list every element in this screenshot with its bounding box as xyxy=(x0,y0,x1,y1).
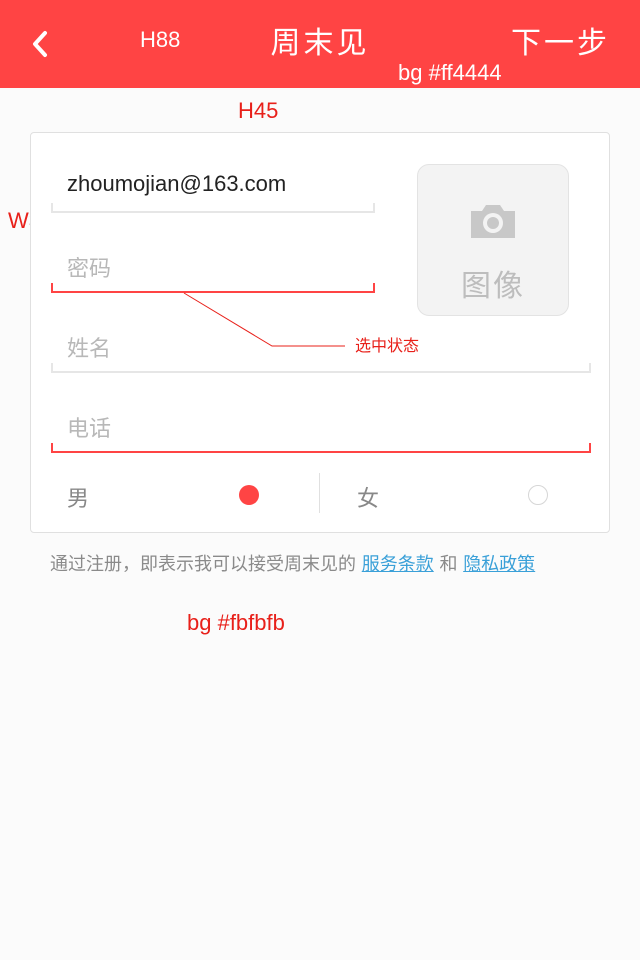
gender-male-label: 男 xyxy=(67,487,90,512)
annotation-header-height: H88 xyxy=(140,27,181,52)
gender-female-radio[interactable] xyxy=(528,485,548,505)
phone-field[interactable]: 电话 xyxy=(67,411,111,443)
agreement-prefix: 通过注册，即表示我可以接受周末见的 xyxy=(50,554,362,575)
password-field[interactable]: 密码 xyxy=(67,251,111,283)
email-field[interactable]: zhoumojian@163.com xyxy=(67,171,286,197)
annotation-selected-state: 选中状态 xyxy=(355,336,420,355)
password-underline-selected xyxy=(51,283,375,293)
gender-divider xyxy=(319,473,320,513)
agreement-and: 和 xyxy=(433,554,464,575)
annotation-header-bg: bg #ff4444 xyxy=(398,60,502,85)
privacy-link[interactable]: 隐私政策 xyxy=(463,554,535,575)
name-field[interactable]: 姓名 xyxy=(67,331,111,363)
avatar-upload-button[interactable]: 图像 xyxy=(417,164,569,316)
terms-link[interactable]: 服务条款 xyxy=(362,554,434,575)
phone-underline-selected xyxy=(51,443,591,453)
annotation-page-bg: bg #fbfbfb xyxy=(187,610,285,635)
camera-icon xyxy=(471,205,515,238)
agreement-text: 通过注册，即表示我可以接受周末见的 服务条款 和 隐私政策 xyxy=(50,550,535,576)
name-underline xyxy=(51,363,591,373)
gender-male-radio-selected[interactable] xyxy=(239,485,259,505)
app-header: 周末见 下一步 xyxy=(0,0,640,88)
email-underline xyxy=(51,203,375,213)
next-step-button[interactable]: 下一步 xyxy=(511,0,610,88)
avatar-label: 图像 xyxy=(461,269,525,304)
registration-form-card: zhoumojian@163.com 密码 姓名 电话 图像 男 女 xyxy=(30,132,610,533)
gender-female-label: 女 xyxy=(357,487,380,512)
annotation-field-height: H45 xyxy=(238,98,279,123)
